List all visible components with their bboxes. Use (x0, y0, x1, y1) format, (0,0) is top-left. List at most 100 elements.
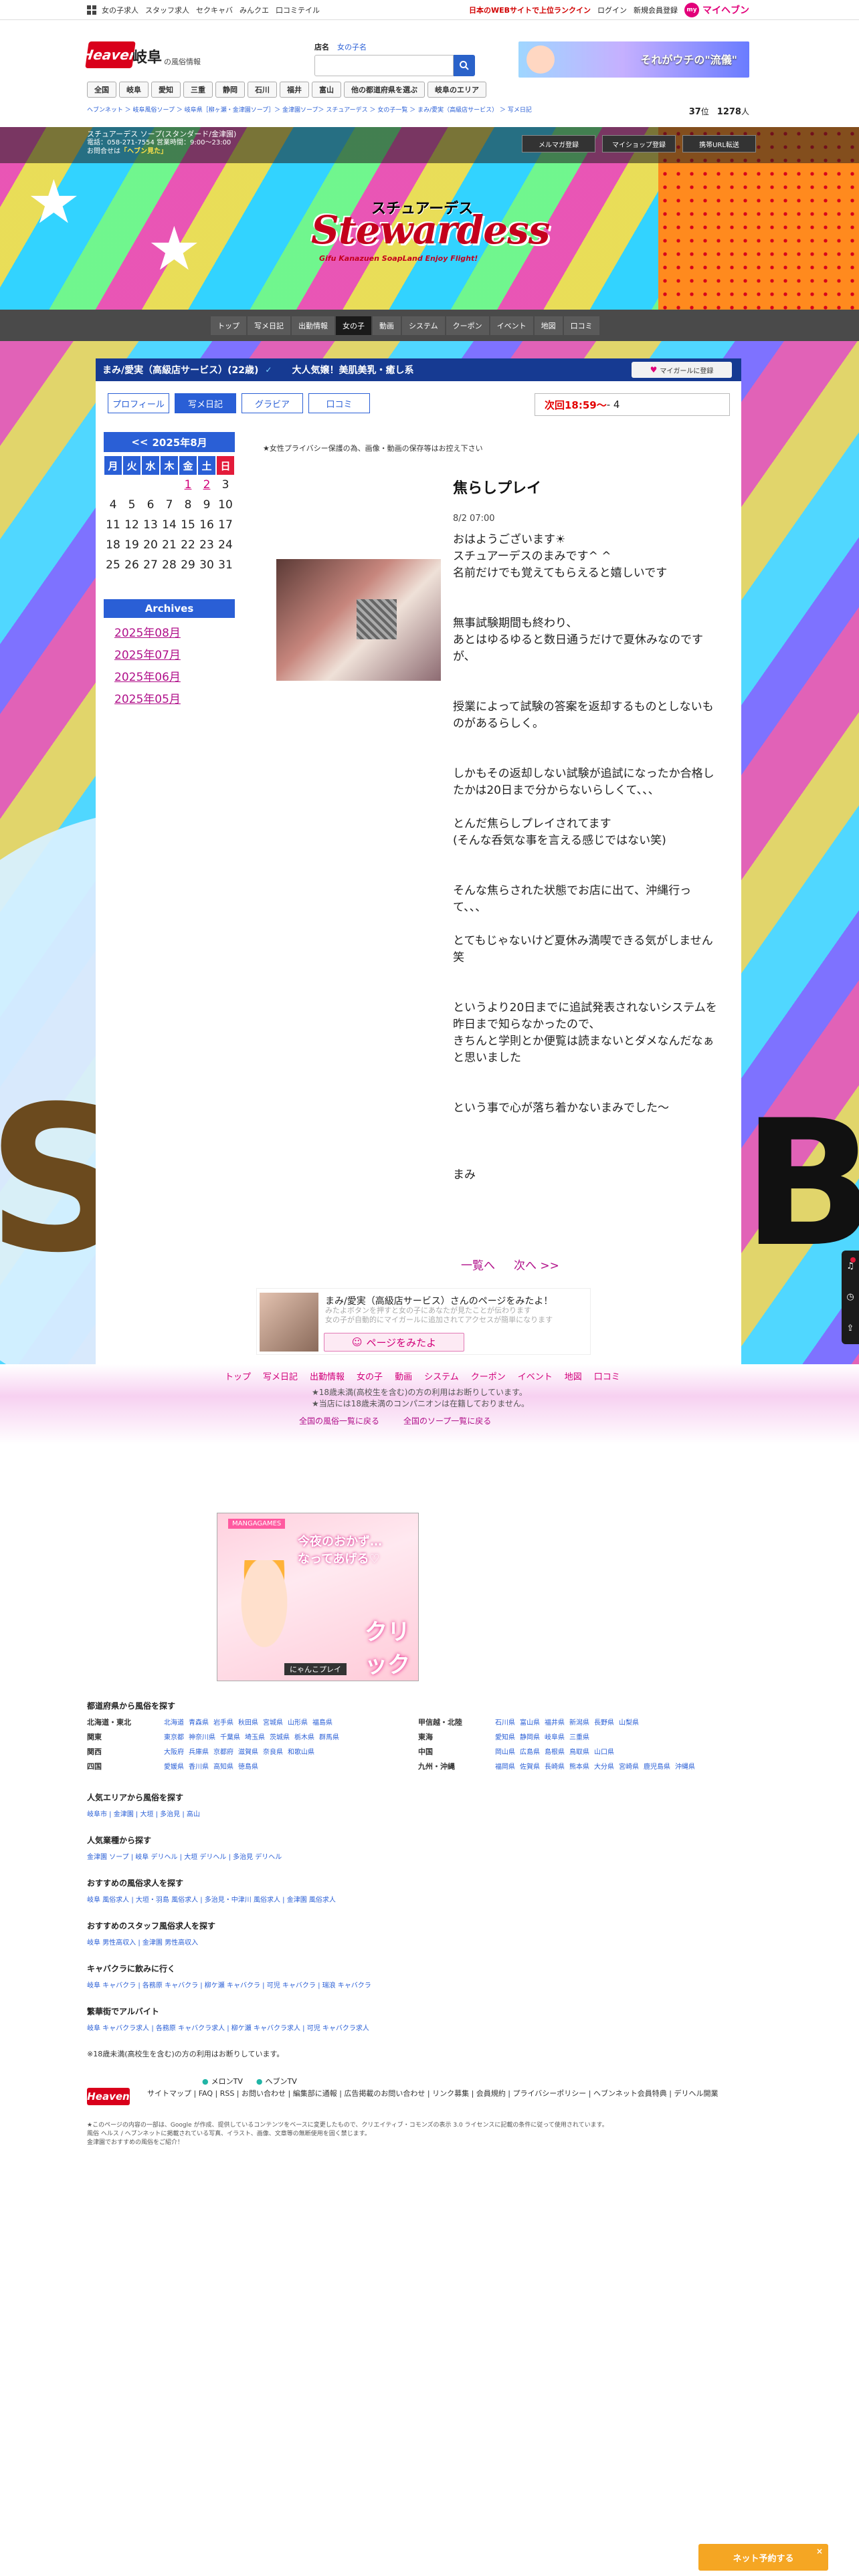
shop-nav-girls[interactable]: 女の子 (336, 316, 371, 335)
section-links[interactable]: 岐阜 男性高収入 | 金津園 男性高収入 (87, 1937, 749, 1947)
mobile-url-button[interactable]: 携帯URL転送 (682, 135, 756, 152)
prefecture-link[interactable]: 埼玉県 (245, 1731, 265, 1742)
archive-link[interactable]: 2025年06月 (114, 667, 235, 684)
prefecture-link[interactable]: 和歌山県 (288, 1746, 314, 1757)
diary-photo[interactable] (276, 559, 441, 681)
prefecture-link[interactable]: 静岡県 (520, 1731, 540, 1742)
bell-icon[interactable]: ♫ (846, 1261, 854, 1271)
shop-nav-map[interactable]: 地図 (534, 316, 563, 335)
prefecture-link[interactable]: 山形県 (288, 1717, 308, 1727)
prefecture-link[interactable]: 香川県 (189, 1761, 209, 1772)
bottom-nav-link[interactable]: 女の子 (357, 1370, 383, 1382)
section-links[interactable]: 岐阜 キャバクラ求人 | 各務原 キャバクラ求人 | 柳ケ瀬 キャバクラ求人 |… (87, 2022, 749, 2032)
prefecture-link[interactable]: 富山県 (520, 1717, 540, 1727)
top-link[interactable]: 女の子求人 (102, 5, 138, 15)
shop-nav-event[interactable]: イベント (490, 316, 533, 335)
section-links[interactable]: 金津園 ソープ | 岐阜 デリヘル | 大垣 デリヘル | 多治見 デリヘル (87, 1851, 749, 1861)
prefecture-link[interactable]: 京都府 (213, 1746, 233, 1757)
prefecture-link[interactable]: 奈良県 (263, 1746, 283, 1757)
prefecture-link[interactable]: 岐阜県 (545, 1731, 565, 1742)
prefecture-link[interactable]: 青森県 (189, 1717, 209, 1727)
site-logo[interactable]: Heaven 岐阜 の風俗情報 (81, 41, 201, 68)
prefecture-link[interactable]: 岡山県 (495, 1746, 515, 1757)
prefecture-link[interactable]: 沖縄県 (675, 1761, 695, 1772)
bottom-nav-link[interactable]: 地図 (565, 1370, 582, 1382)
area-nav-item[interactable]: 他の都道府県を選ぶ (344, 82, 425, 98)
prefecture-link[interactable]: 新潟県 (569, 1717, 589, 1727)
back-to-all-link[interactable]: 全国の風俗一覧に戻る (299, 1415, 379, 1426)
shop-nav-top[interactable]: トップ (211, 316, 246, 335)
top-link[interactable]: みんクエ (240, 5, 269, 15)
area-nav-item[interactable]: 富山 (312, 82, 341, 98)
tab-review[interactable]: 口コミ (308, 393, 370, 413)
prefecture-link[interactable]: 東京都 (164, 1731, 184, 1742)
grid-menu-icon[interactable] (87, 5, 96, 15)
prefecture-link[interactable]: 熊本県 (569, 1761, 589, 1772)
prefecture-link[interactable]: 福島県 (312, 1717, 332, 1727)
area-nav-item[interactable]: 静岡 (215, 82, 245, 98)
search-input[interactable] (314, 55, 454, 76)
archive-link[interactable]: 2025年07月 (114, 645, 235, 662)
close-icon[interactable]: × (816, 2547, 823, 2556)
shop-nav-coupon[interactable]: クーポン (446, 316, 489, 335)
footer-links[interactable]: サイトマップ | FAQ | RSS | お問い合わせ | 編集部に通報 | 広… (147, 2089, 749, 2099)
tab-profile[interactable]: プロフィール (108, 393, 169, 413)
myshop-button[interactable]: マイショップ登録 (602, 135, 676, 152)
bottom-nav-link[interactable]: システム (424, 1370, 459, 1382)
tab-gravure[interactable]: グラビア (242, 393, 303, 413)
area-nav-item[interactable]: 岐阜のエリア (427, 82, 486, 98)
area-nav-item[interactable]: 石川 (248, 82, 277, 98)
prefecture-link[interactable]: 岩手県 (213, 1717, 233, 1727)
register-link[interactable]: 新規会員登録 (634, 5, 678, 15)
top-ad-banner[interactable]: それがウチの"流儀" (518, 41, 749, 78)
mitayo-button[interactable]: ☺ ページをみたよ (324, 1333, 464, 1352)
shop-nav-diary[interactable]: 写メ日記 (248, 316, 290, 335)
prefecture-link[interactable]: 大分県 (594, 1761, 614, 1772)
section-links[interactable]: 岐阜 キャバクラ | 各務原 キャバクラ | 柳ケ瀬 キャバクラ | 可児 キャ… (87, 1979, 749, 1990)
calendar-day[interactable]: 2 (197, 475, 216, 495)
area-nav-item[interactable]: 三重 (183, 82, 213, 98)
prefecture-link[interactable]: 宮城県 (263, 1717, 283, 1727)
area-nav-item[interactable]: 岐阜 (119, 82, 149, 98)
back-to-soap-link[interactable]: 全国のソープ一覧に戻る (403, 1415, 491, 1426)
prefecture-link[interactable]: 石川県 (495, 1717, 515, 1727)
footer-logo[interactable]: Heaven (87, 2088, 130, 2105)
bottom-nav-link[interactable]: 口コミ (594, 1370, 620, 1382)
bottom-nav-link[interactable]: クーポン (471, 1370, 506, 1382)
melon-tv-link[interactable]: メロンTV (202, 2076, 243, 2086)
prefecture-link[interactable]: 高知県 (213, 1761, 233, 1772)
prefecture-link[interactable]: 兵庫県 (189, 1746, 209, 1757)
login-link[interactable]: ログイン (597, 5, 627, 15)
prefecture-link[interactable]: 佐賀県 (520, 1761, 540, 1772)
my-heaven-button[interactable]: my マイヘブン (684, 3, 749, 17)
prefecture-link[interactable]: 福岡県 (495, 1761, 515, 1772)
prefecture-link[interactable]: 愛媛県 (164, 1761, 184, 1772)
net-reserve-button[interactable]: ネット予約する × (698, 2544, 828, 2571)
prefecture-link[interactable]: 長野県 (594, 1717, 614, 1727)
prefecture-link[interactable]: 鹿児島県 (644, 1761, 670, 1772)
top-link[interactable]: セクキャバ (196, 5, 233, 15)
girl-thumbnail[interactable] (260, 1293, 318, 1352)
prefecture-link[interactable]: 茨城県 (270, 1731, 290, 1742)
bottom-nav-link[interactable]: イベント (518, 1370, 553, 1382)
prefecture-link[interactable]: 山梨県 (619, 1717, 639, 1727)
top-link[interactable]: スタッフ求人 (145, 5, 189, 15)
prefecture-link[interactable]: 山口県 (594, 1746, 614, 1757)
bottom-nav-link[interactable]: 動画 (395, 1370, 412, 1382)
prefecture-link[interactable]: 神奈川県 (189, 1731, 215, 1742)
area-nav-item[interactable]: 愛知 (151, 82, 181, 98)
ad-banner[interactable]: MANGAGAMES 今夜のおかず… なってあげる♡ クリック にゃんこプレイ (217, 1513, 419, 1681)
prefecture-link[interactable]: 徳島県 (238, 1761, 258, 1772)
breadcrumb[interactable]: ヘブンネット ＞ 岐阜風俗ソープ ＞ 岐阜県［柳ヶ瀬・金津園ソープ］＞ 金津園ソ… (87, 105, 532, 114)
prefecture-link[interactable]: 大阪府 (164, 1746, 184, 1757)
calendar-prev-button[interactable]: << (131, 436, 148, 448)
pager-list-link[interactable]: 一覧へ (461, 1256, 495, 1273)
prefecture-link[interactable]: 秋田県 (238, 1717, 258, 1727)
prefecture-link[interactable]: 北海道 (164, 1717, 184, 1727)
share-icon[interactable]: ⇪ (847, 1323, 854, 1333)
area-nav-item[interactable]: 全国 (87, 82, 116, 98)
prefecture-link[interactable]: 鳥取県 (569, 1746, 589, 1757)
shop-nav-schedule[interactable]: 出勤情報 (292, 316, 335, 335)
section-links[interactable]: 岐阜 風俗求人 | 大垣・羽島 風俗求人 | 多治見・中津川 風俗求人 | 金津… (87, 1894, 749, 1904)
shop-nav-review[interactable]: 口コミ (563, 316, 599, 335)
